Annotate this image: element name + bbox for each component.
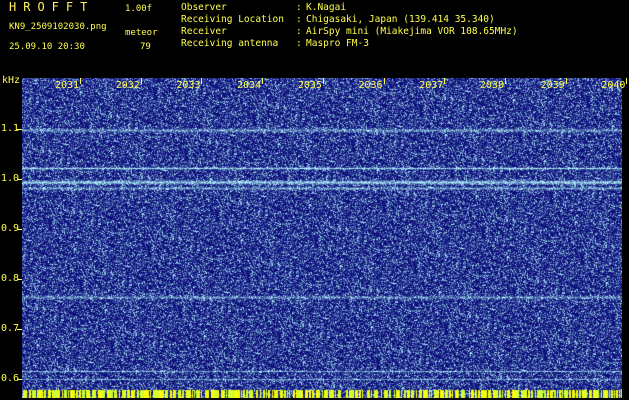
hrofft-window: HROFFT 1.00f KN9_2509102030.png meteor 2… <box>0 0 629 400</box>
info-colon: : <box>296 38 302 49</box>
x-tick-label: 2036 <box>358 80 383 91</box>
datetime-label: 25.09.10 20:30 <box>9 42 85 52</box>
mode-label: meteor <box>125 28 158 38</box>
x-tick-label: 2039 <box>540 80 565 91</box>
y-tick-mark <box>17 179 22 180</box>
x-tick-label: 2037 <box>419 80 444 91</box>
x-tick-label: 2035 <box>297 80 322 91</box>
y-tick-mark <box>17 129 22 130</box>
info-location-value: Chigasaki, Japan (139.414 35.340) <box>306 14 495 25</box>
x-tick-mark <box>444 78 446 84</box>
y-axis-unit: kHz <box>2 75 21 86</box>
filename-label: KN9_2509102030.png <box>9 22 107 32</box>
info-colon: : <box>296 26 302 37</box>
y-tick-mark <box>17 229 22 230</box>
y-tick-mark <box>17 279 22 280</box>
y-tick-mark <box>17 379 22 380</box>
info-receiver-value: AirSpy mini (Miakejima VOR 108.65MHz) <box>306 26 518 37</box>
x-tick-mark <box>322 78 324 84</box>
info-antenna-value: Maspro FM-3 <box>306 38 369 49</box>
y-tick-mark <box>17 329 22 330</box>
x-tick-mark <box>383 78 385 84</box>
x-tick-mark <box>201 78 203 84</box>
x-tick-mark <box>565 78 567 84</box>
info-colon: : <box>296 2 302 13</box>
count-label: 79 <box>140 42 151 52</box>
version-label: 1.00f <box>125 4 153 14</box>
x-tick-label: 2038 <box>479 80 504 91</box>
x-tick-mark <box>80 78 81 84</box>
info-receiver-label: Receiver <box>181 26 227 37</box>
info-observer-value: K.Nagai <box>306 2 347 13</box>
x-tick-label: 2040 <box>601 80 626 91</box>
app-title: HROFFT <box>9 0 95 14</box>
info-observer-label: Observer <box>181 2 227 13</box>
info-antenna-label: Receiving antenna <box>181 38 279 49</box>
x-tick-label: 2032 <box>115 80 140 91</box>
x-tick-mark <box>140 78 142 84</box>
x-tick-mark <box>504 78 506 84</box>
info-location-label: Receiving Location <box>181 14 284 25</box>
x-tick-label: 2034 <box>237 80 262 91</box>
x-tick-mark <box>262 78 264 84</box>
x-tick-mark <box>626 78 628 84</box>
x-tick-label: 2033 <box>176 80 201 91</box>
spectrogram-panel <box>22 78 622 398</box>
spectrogram-canvas <box>22 78 622 398</box>
x-tick-label: 2031 <box>55 80 80 91</box>
info-colon: : <box>296 14 302 25</box>
